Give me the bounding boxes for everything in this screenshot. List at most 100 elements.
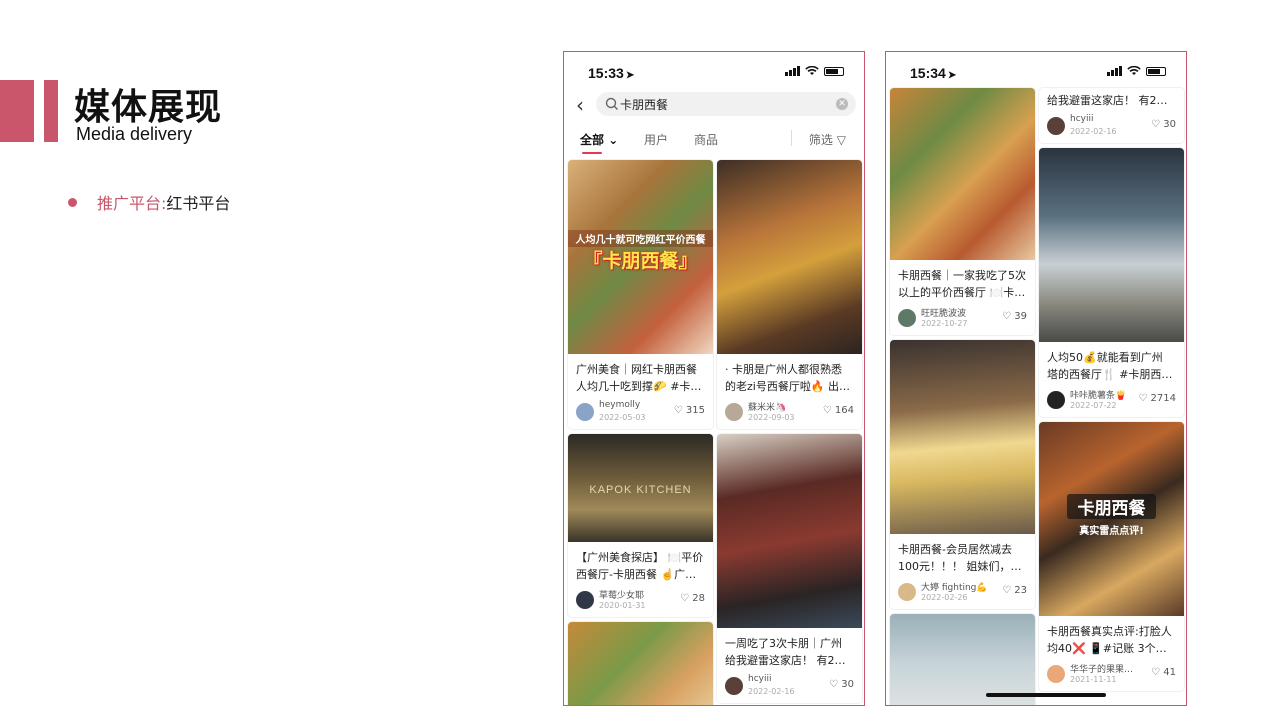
note-caption: 【广州美食探店】 🍽️平价 西餐厅-卡朋西餐 ☝️广…: [576, 551, 704, 581]
tab-products[interactable]: 商品: [694, 131, 718, 148]
post-date: 2022-10-27: [921, 319, 968, 328]
bullet-dot-icon: [68, 197, 77, 207]
signal-icon: [785, 66, 800, 76]
filter-icon: ▽: [836, 133, 846, 147]
note-caption: 广州美食｜网红卡朋西餐 人均几十吃到撑🌮 #卡…: [576, 363, 702, 393]
status-bar: 15:33 ➤: [564, 52, 864, 92]
like-button[interactable]: ♡ 164: [823, 405, 854, 416]
username: heymolly: [599, 400, 641, 410]
post-date: 2022-05-03: [599, 413, 646, 422]
username: hcyiii: [748, 674, 772, 684]
battery-icon: [1146, 66, 1166, 76]
clear-icon[interactable]: ✕: [836, 98, 848, 110]
search-query: 卡朋西餐: [620, 98, 669, 112]
heart-icon: ♡: [829, 679, 839, 690]
note-caption: 给我避雷这家店！ 有2…: [1047, 94, 1168, 107]
like-button[interactable]: ♡ 23: [1002, 585, 1027, 596]
image-caption: 真实雷点点评!: [1079, 526, 1144, 537]
username: 蘇米米🦄: [748, 403, 787, 413]
note-caption: 人均50💰就能看到广州 塔的西餐厅🍴 #卡朋西…: [1047, 351, 1173, 381]
search-tabs: 全部 ⌄ 用户 商品 筛选 ▽: [564, 122, 864, 156]
post-date: 2022-09-03: [748, 413, 795, 422]
status-time: 15:34 ➤: [910, 65, 957, 81]
username: 大婷 fighting💪: [921, 583, 988, 593]
results-feed: 人均几十就可吃网红平价西餐 『卡朋西餐』 广州美食｜网红卡朋西餐 人均几十吃到撑…: [568, 160, 862, 705]
status-bar: 15:34 ➤: [886, 52, 1186, 92]
username: 草莓少女耶: [599, 591, 645, 601]
bullet-label: 推广平台:: [97, 194, 167, 213]
home-indicator[interactable]: [986, 693, 1106, 697]
image-caption: 人均几十就可吃网红平价西餐: [568, 230, 713, 247]
image-title: 『卡朋西餐』: [583, 250, 698, 272]
results-feed: 卡朋西餐｜一家我吃了5次 以上的平价西餐厅 🍽️卡… 旺旺脆波波 2022-10…: [890, 88, 1184, 705]
note-caption: · 卡朋是广州人都很熟悉 的老zi号西餐厅啦🔥 出…: [725, 363, 851, 393]
search-icon: [605, 97, 618, 110]
avatar: [1047, 665, 1065, 683]
phone-screenshot-feed: 15:34 ➤ 卡朋西餐｜一家我吃了5次 以上的平价西餐厅 🍽️卡… 旺旺脆波波 …: [885, 51, 1187, 706]
image-caption: KAPOK KITCHEN: [589, 484, 692, 496]
avatar: [725, 403, 743, 421]
bullet-platform: 推广平台: 红书平台: [68, 190, 230, 214]
heart-icon: ♡: [1151, 667, 1161, 678]
note-image: 人均几十就可吃网红平价西餐 『卡朋西餐』: [568, 160, 713, 354]
tab-users[interactable]: 用户: [644, 131, 668, 148]
wifi-icon: [805, 66, 819, 75]
avatar: [898, 309, 916, 327]
accent-bar-narrow: [44, 80, 58, 142]
post-date: 2022-07-22: [1070, 401, 1117, 410]
note-image: 卡朋西餐 真实雷点点评!: [1039, 422, 1184, 616]
avatar: [1047, 391, 1065, 409]
location-arrow-icon: ➤: [625, 70, 635, 81]
note-card[interactable]: 一周吃了3次卡朋｜广州 给我避雷这家店！ 有2… hcyiii 2022-02-…: [717, 434, 862, 703]
post-date: 2022-02-26: [921, 593, 968, 602]
like-button[interactable]: ♡ 30: [1151, 119, 1176, 130]
battery-icon: [824, 66, 844, 76]
note-caption: 一周吃了3次卡朋｜广州 给我避雷这家店！ 有2…: [725, 637, 846, 667]
note-image: [717, 434, 862, 628]
heart-icon: ♡: [1002, 585, 1012, 596]
like-button[interactable]: ♡ 39: [1002, 311, 1027, 322]
image-title: 卡朋西餐: [1067, 494, 1156, 519]
note-caption: 卡朋西餐真实点评:打脸人 均40❌ 📱#记账 3个…: [1047, 625, 1172, 655]
avatar: [898, 583, 916, 601]
search-input[interactable]: 卡朋西餐 ✕: [596, 92, 856, 116]
status-time: 15:33 ➤: [588, 65, 635, 81]
note-card[interactable]: 人均几十就可吃网红平价西餐 『卡朋西餐』 广州美食｜网红卡朋西餐 人均几十吃到撑…: [568, 160, 713, 429]
username: hcyiii: [1070, 114, 1094, 124]
accent-bar-wide: [0, 80, 34, 142]
like-button[interactable]: ♡ 30: [829, 679, 854, 690]
bullet-value: 红书平台: [166, 194, 231, 213]
chevron-down-icon: ⌄: [608, 133, 619, 147]
back-arrow-icon[interactable]: ‹: [576, 95, 584, 115]
tab-all[interactable]: 全部 ⌄: [580, 131, 619, 154]
note-caption: 卡朋西餐-会员居然减去 100元！！！ 姐妹们，…: [898, 543, 1022, 573]
heart-icon: ♡: [1138, 393, 1148, 404]
signal-icon: [1107, 66, 1122, 76]
like-button[interactable]: ♡ 315: [674, 405, 705, 416]
avatar: [1047, 117, 1065, 135]
note-card[interactable]: 卡朋西餐｜一家我吃了5次 以上的平价西餐厅 🍽️卡… 旺旺脆波波 2022-10…: [890, 88, 1035, 335]
note-card[interactable]: KAPOK KITCHEN 【广州美食探店】 🍽️平价 西餐厅-卡朋西餐 ☝️广…: [568, 434, 713, 617]
heart-icon: ♡: [822, 405, 832, 416]
note-card[interactable]: 人均50💰就能看到广州 塔的西餐厅🍴 #卡朋西… 咔咔脆薯条🍟 2022-07-…: [1039, 148, 1184, 417]
slide-subtitle: Media delivery: [76, 124, 193, 144]
heart-icon: ♡: [1151, 119, 1161, 130]
avatar: [576, 403, 594, 421]
note-image: [890, 340, 1035, 534]
note-card[interactable]: [568, 622, 713, 705]
divider: [791, 130, 792, 146]
like-button[interactable]: ♡ 28: [680, 593, 705, 604]
note-image: [890, 88, 1035, 260]
post-date: 2021-11-11: [1070, 675, 1117, 684]
post-date: 2020-01-31: [599, 601, 646, 610]
note-card[interactable]: 卡朋西餐-会员居然减去 100元！！！ 姐妹们，… 大婷 fighting💪 2…: [890, 340, 1035, 609]
filter-button[interactable]: 筛选 ▽: [809, 131, 846, 148]
username: 旺旺脆波波: [921, 309, 967, 319]
note-card[interactable]: 给我避雷这家店！ 有2… hcyiii 2022-02-16 ♡ 30: [1039, 88, 1184, 143]
slide-title: 媒体展现: [74, 87, 223, 128]
note-image: [717, 160, 862, 354]
like-button[interactable]: ♡ 41: [1151, 667, 1176, 678]
note-card[interactable]: 卡朋西餐 真实雷点点评! 卡朋西餐真实点评:打脸人 均40❌ 📱#记账 3个… …: [1039, 422, 1184, 691]
note-card[interactable]: · 卡朋是广州人都很熟悉 的老zi号西餐厅啦🔥 出… 蘇米米🦄 2022-09-…: [717, 160, 862, 429]
like-button[interactable]: ♡ 2714: [1138, 393, 1176, 404]
